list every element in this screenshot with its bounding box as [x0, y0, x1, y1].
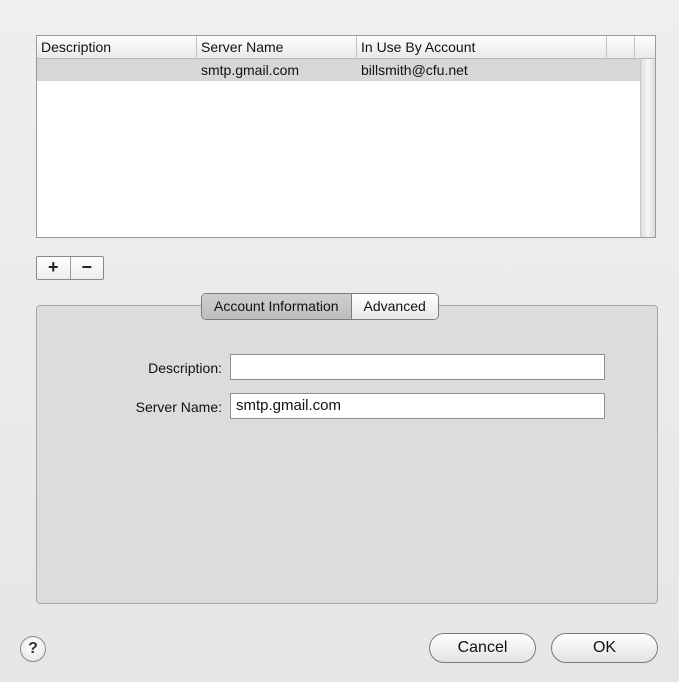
server-table[interactable]: Description Server Name In Use By Accoun… — [36, 35, 656, 238]
table-row[interactable]: smtp.gmail.com billsmith@cfu.net — [37, 59, 641, 81]
description-label: Description: — [148, 360, 222, 376]
server-name-label: Server Name: — [135, 399, 222, 415]
smtp-server-list-sheet: Description Server Name In Use By Accoun… — [0, 0, 679, 682]
column-header-empty — [607, 36, 635, 58]
table-header: Description Server Name In Use By Accoun… — [37, 36, 655, 59]
remove-server-button[interactable]: − — [71, 257, 104, 279]
cell-server-name: smtp.gmail.com — [201, 62, 300, 78]
column-header-in-use-by-account[interactable]: In Use By Account — [357, 36, 607, 58]
tab-bar: Account Information Advanced — [201, 293, 439, 320]
add-server-button[interactable]: + — [37, 257, 71, 279]
column-header-server-name[interactable]: Server Name — [197, 36, 357, 58]
tab-panel — [36, 305, 658, 604]
tab-account-information[interactable]: Account Information — [202, 294, 352, 319]
column-header-description[interactable]: Description — [37, 36, 197, 58]
cell-description — [37, 59, 197, 81]
table-vertical-scrollbar[interactable] — [640, 59, 655, 237]
cancel-button[interactable]: Cancel — [429, 633, 536, 663]
ok-button[interactable]: OK — [551, 633, 658, 663]
help-icon[interactable]: ? — [20, 636, 46, 662]
tab-advanced[interactable]: Advanced — [351, 294, 438, 319]
cell-account: billsmith@cfu.net — [361, 62, 468, 78]
add-remove-control: + − — [36, 256, 104, 280]
server-name-field[interactable]: smtp.gmail.com — [230, 393, 605, 419]
description-field[interactable] — [230, 354, 605, 380]
